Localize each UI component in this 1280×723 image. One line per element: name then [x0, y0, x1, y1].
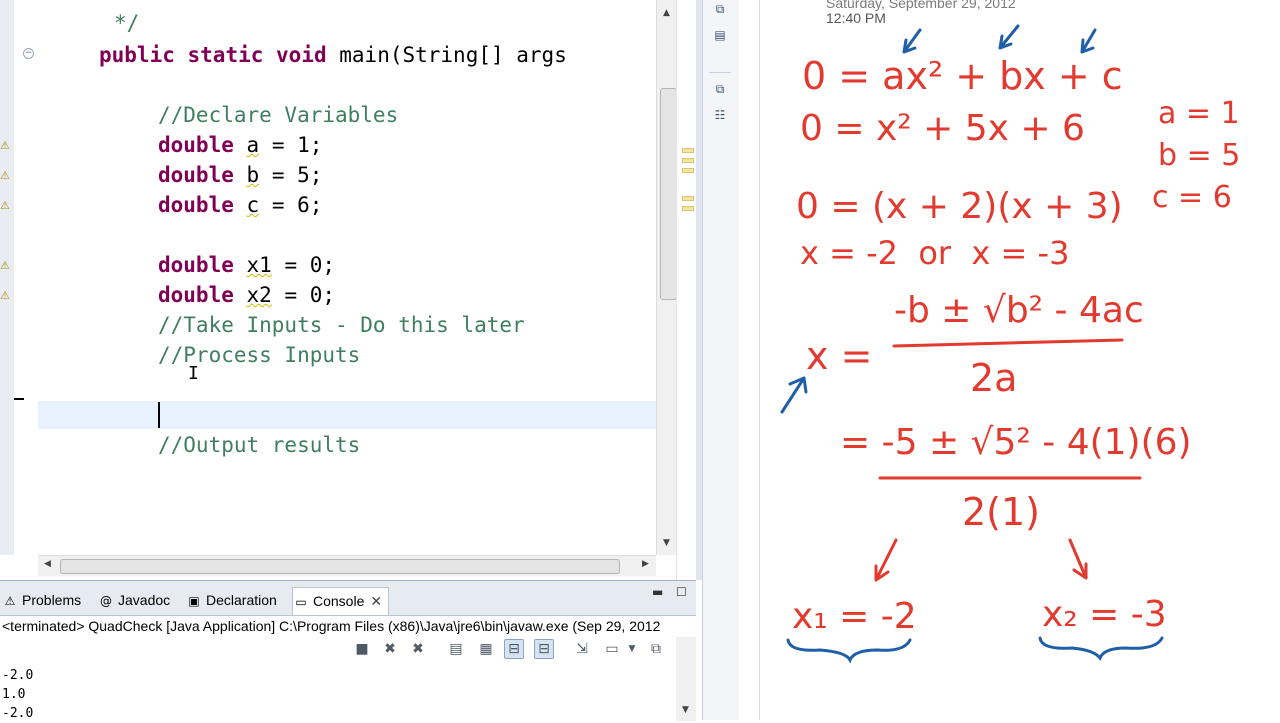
code-line-comment-end: */ [114, 11, 140, 35]
note-coef-b: b = 5 [1158, 138, 1241, 173]
console-icon: ▭ [295, 595, 307, 609]
overview-ruler[interactable] [676, 0, 697, 580]
ibeam-cursor-icon: I [188, 363, 199, 384]
code-line-x1: double x1 = 0; [158, 253, 336, 277]
note-coef-a: a = 1 [1158, 96, 1240, 131]
open-console-icon[interactable]: ⧉ [646, 639, 666, 659]
code-line-take-inputs-comment: //Take Inputs - Do this later [158, 313, 525, 337]
minimize-icon[interactable]: ▬ [652, 585, 663, 599]
window-edge [739, 0, 760, 720]
code-line-c: double c = 6; [158, 193, 323, 217]
show-on-error-icon[interactable]: ⊟ [534, 639, 554, 659]
editor-vertical-scrollbar[interactable]: ▲ ▼ [656, 0, 676, 555]
current-line-highlight [38, 401, 656, 429]
declaration-icon: ▣ [188, 594, 200, 608]
tab-problems[interactable]: ⚠ Problems [2, 587, 82, 614]
overview-warning-mark[interactable] [682, 158, 694, 163]
console-vertical-scrollbar[interactable]: ▼ [676, 637, 696, 721]
task-list-icon[interactable]: ☷ [711, 106, 729, 124]
show-on-output-icon[interactable]: ⊟ [504, 639, 524, 659]
code-line-declare-comment: //Declare Variables [158, 103, 399, 127]
note-equation-general: 0 = ax² + bx + c [802, 54, 1123, 98]
display-console-icon[interactable]: ▭ [602, 639, 622, 659]
restore-icon[interactable]: ⧉ [711, 0, 729, 18]
scroll-left-arrow-icon[interactable]: ◀ [44, 559, 51, 569]
scroll-up-arrow-icon[interactable]: ▲ [663, 8, 670, 18]
annotation-ruler: ⚠ ⚠ ⚠ ⚠ ⚠ [0, 0, 15, 555]
code-line-main-signature: public static void main(String[] args [99, 43, 567, 67]
outline-view-icon[interactable]: ▤ [711, 26, 729, 44]
note-substituted-denominator: 2(1) [962, 490, 1041, 534]
pin-console-icon[interactable]: ⇲ [572, 639, 592, 659]
warning-icon[interactable]: ⚠ [0, 200, 12, 212]
change-marker [14, 398, 24, 400]
overview-warning-mark[interactable] [682, 168, 694, 173]
warning-icon[interactable]: ⚠ [0, 260, 12, 272]
scroll-thumb[interactable] [60, 559, 620, 574]
scroll-right-arrow-icon[interactable]: ▶ [642, 559, 649, 569]
close-icon[interactable]: ✕ [370, 594, 382, 610]
tab-console[interactable]: ▭ Console ✕ [292, 587, 390, 615]
console-line: 1.0 [2, 687, 26, 702]
bottom-panel: ⚠ Problems @ Javadoc ▣ Declaration ▭ Console… [0, 580, 696, 721]
note-factored: 0 = (x + 2)(x + 3) [796, 186, 1123, 227]
note-roots: x = -2 or x = -3 [800, 234, 1070, 272]
editor-horizontal-scrollbar[interactable]: ◀ ▶ [38, 555, 656, 576]
tab-javadoc[interactable]: @ Javadoc [98, 587, 170, 614]
notes-page: Saturday, September 29, 2012 12:40 PM 0 … [760, 0, 1280, 720]
code-editor[interactable]: ⚠ ⚠ ⚠ ⚠ ⚠ − */ public static void main(S… [0, 0, 676, 555]
console-line: -2.0 [2, 668, 34, 683]
remove-launch-icon[interactable]: ✖ [380, 639, 400, 659]
note-quadratic-lhs: x = [806, 334, 873, 378]
fold-collapse-icon[interactable]: − [23, 48, 34, 59]
scroll-down-arrow-icon[interactable]: ▼ [663, 538, 670, 548]
problems-icon: ⚠ [4, 594, 16, 608]
panel-tab-bar: ⚠ Problems @ Javadoc ▣ Declaration ▭ Console… [0, 581, 696, 616]
scroll-thumb[interactable] [660, 88, 676, 300]
warning-icon[interactable]: ⚠ [0, 170, 12, 182]
right-trim-toolbar: ⧉ ▤ ⧉ ☷ [702, 0, 740, 720]
note-quadratic-denominator: 2a [970, 356, 1018, 400]
terminate-icon[interactable]: ■ [352, 639, 372, 659]
console-process-label: <terminated> QuadCheck [Java Application… [2, 618, 661, 634]
note-result-x2: x₂ = -3 [1042, 594, 1167, 635]
code-line-x2: double x2 = 0; [158, 283, 336, 307]
overview-warning-mark[interactable] [682, 196, 694, 201]
clear-console-icon[interactable]: ▤ [446, 639, 466, 659]
note-coef-c: c = 6 [1152, 180, 1232, 215]
note-result-x1: x₁ = -2 [792, 596, 917, 637]
separator [709, 72, 731, 73]
text-caret [158, 402, 160, 428]
console-line: -2.0 [2, 706, 34, 721]
overview-warning-mark[interactable] [682, 148, 694, 153]
restore-icon[interactable]: ⧉ [711, 80, 729, 98]
scroll-lock-icon[interactable]: ▦ [476, 639, 496, 659]
remove-all-terminated-icon[interactable]: ✖ [408, 639, 428, 659]
scroll-down-arrow-icon[interactable]: ▼ [682, 705, 689, 715]
note-quadratic-numerator: -b ± √b² - 4ac [894, 290, 1144, 331]
chevron-down-icon[interactable]: ▼ [622, 639, 642, 659]
warning-icon[interactable]: ⚠ [0, 140, 12, 152]
note-equation-specific: 0 = x² + 5x + 6 [800, 108, 1085, 149]
code-line-b: double b = 5; [158, 163, 323, 187]
note-substituted-numerator: = -5 ± √5² - 4(1)(6) [840, 422, 1192, 463]
overview-warning-mark[interactable] [682, 206, 694, 211]
console-output[interactable]: -2.0 1.0 -2.0 [2, 666, 33, 723]
warning-icon[interactable]: ⚠ [0, 290, 12, 302]
code-line-a: double a = 1; [158, 133, 323, 157]
at-icon: @ [100, 594, 112, 608]
folding-gutter [14, 0, 38, 555]
maximize-icon[interactable]: ☐ [676, 585, 687, 599]
code-line-output-comment: //Output results [158, 433, 361, 457]
tab-declaration[interactable]: ▣ Declaration [186, 587, 277, 614]
